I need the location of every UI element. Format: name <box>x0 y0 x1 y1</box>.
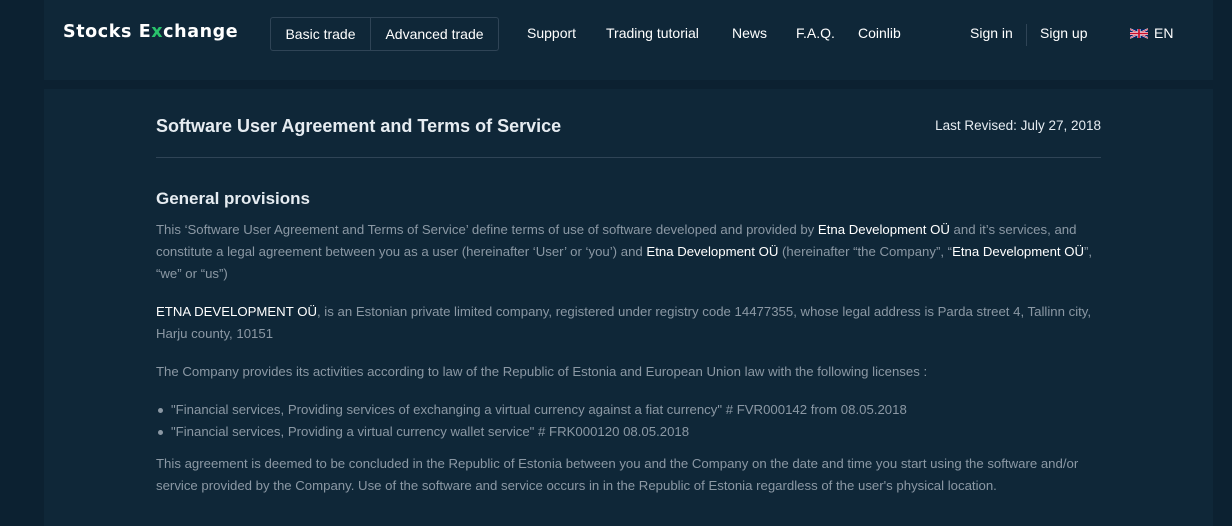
paragraph-company-info: ETNA DEVELOPMENT OÜ, is an Estonian priv… <box>156 301 1101 345</box>
last-revised-date: Last Revised: July 27, 2018 <box>935 118 1101 133</box>
nav-support[interactable]: Support <box>527 25 576 41</box>
nav-trading-tutorial[interactable]: Trading tutorial <box>606 25 699 41</box>
top-navbar: Stocks Exchange Basic trade Advanced tra… <box>44 0 1213 80</box>
paragraph-licenses-intro: The Company provides its activities acco… <box>156 364 928 379</box>
trade-mode-switch: Basic trade Advanced trade <box>270 17 499 51</box>
basic-trade-button[interactable]: Basic trade <box>271 18 371 50</box>
language-selector[interactable]: EN <box>1130 25 1173 41</box>
paragraph-jurisdiction: This agreement is deemed to be concluded… <box>156 456 1079 493</box>
paragraph-intro: This ‘Software User Agreement and Terms … <box>156 219 1101 285</box>
terms-panel: Software User Agreement and Terms of Ser… <box>44 89 1213 526</box>
list-item: "Financial services, Providing a virtual… <box>156 421 1101 443</box>
company-legal-name: ETNA DEVELOPMENT OÜ <box>156 304 317 319</box>
section-title-general-provisions: General provisions <box>156 189 310 208</box>
list-item: "Financial services, Providing services … <box>156 399 1101 421</box>
sign-up-link[interactable]: Sign up <box>1040 25 1087 41</box>
logo[interactable]: Stocks Exchange <box>63 22 238 42</box>
intro-text-3: (hereinafter “the Company”, “ <box>778 244 953 259</box>
nav-divider <box>1026 24 1027 46</box>
company-name-highlight: Etna Development OÜ <box>646 244 779 259</box>
title-divider <box>156 157 1101 158</box>
company-name-highlight: Etna Development OÜ <box>817 222 950 237</box>
logo-accent-x: x <box>151 22 164 42</box>
page-title: Software User Agreement and Terms of Ser… <box>156 116 562 136</box>
sign-in-link[interactable]: Sign in <box>970 25 1013 41</box>
nav-faq[interactable]: F.A.Q. <box>796 25 835 41</box>
advanced-trade-button[interactable]: Advanced trade <box>371 18 498 50</box>
language-label: EN <box>1154 25 1174 41</box>
licenses-list: "Financial services, Providing services … <box>156 399 1101 443</box>
intro-text-1: This ‘Software User Agreement and Terms … <box>156 222 818 237</box>
logo-text-end: change <box>163 22 239 42</box>
company-name-highlight: Etna Development OÜ <box>952 244 1085 259</box>
uk-flag-icon <box>1130 27 1148 39</box>
logo-text-start: Stocks E <box>63 22 152 42</box>
nav-news[interactable]: News <box>732 25 767 41</box>
nav-coinlib[interactable]: Coinlib <box>858 25 901 41</box>
